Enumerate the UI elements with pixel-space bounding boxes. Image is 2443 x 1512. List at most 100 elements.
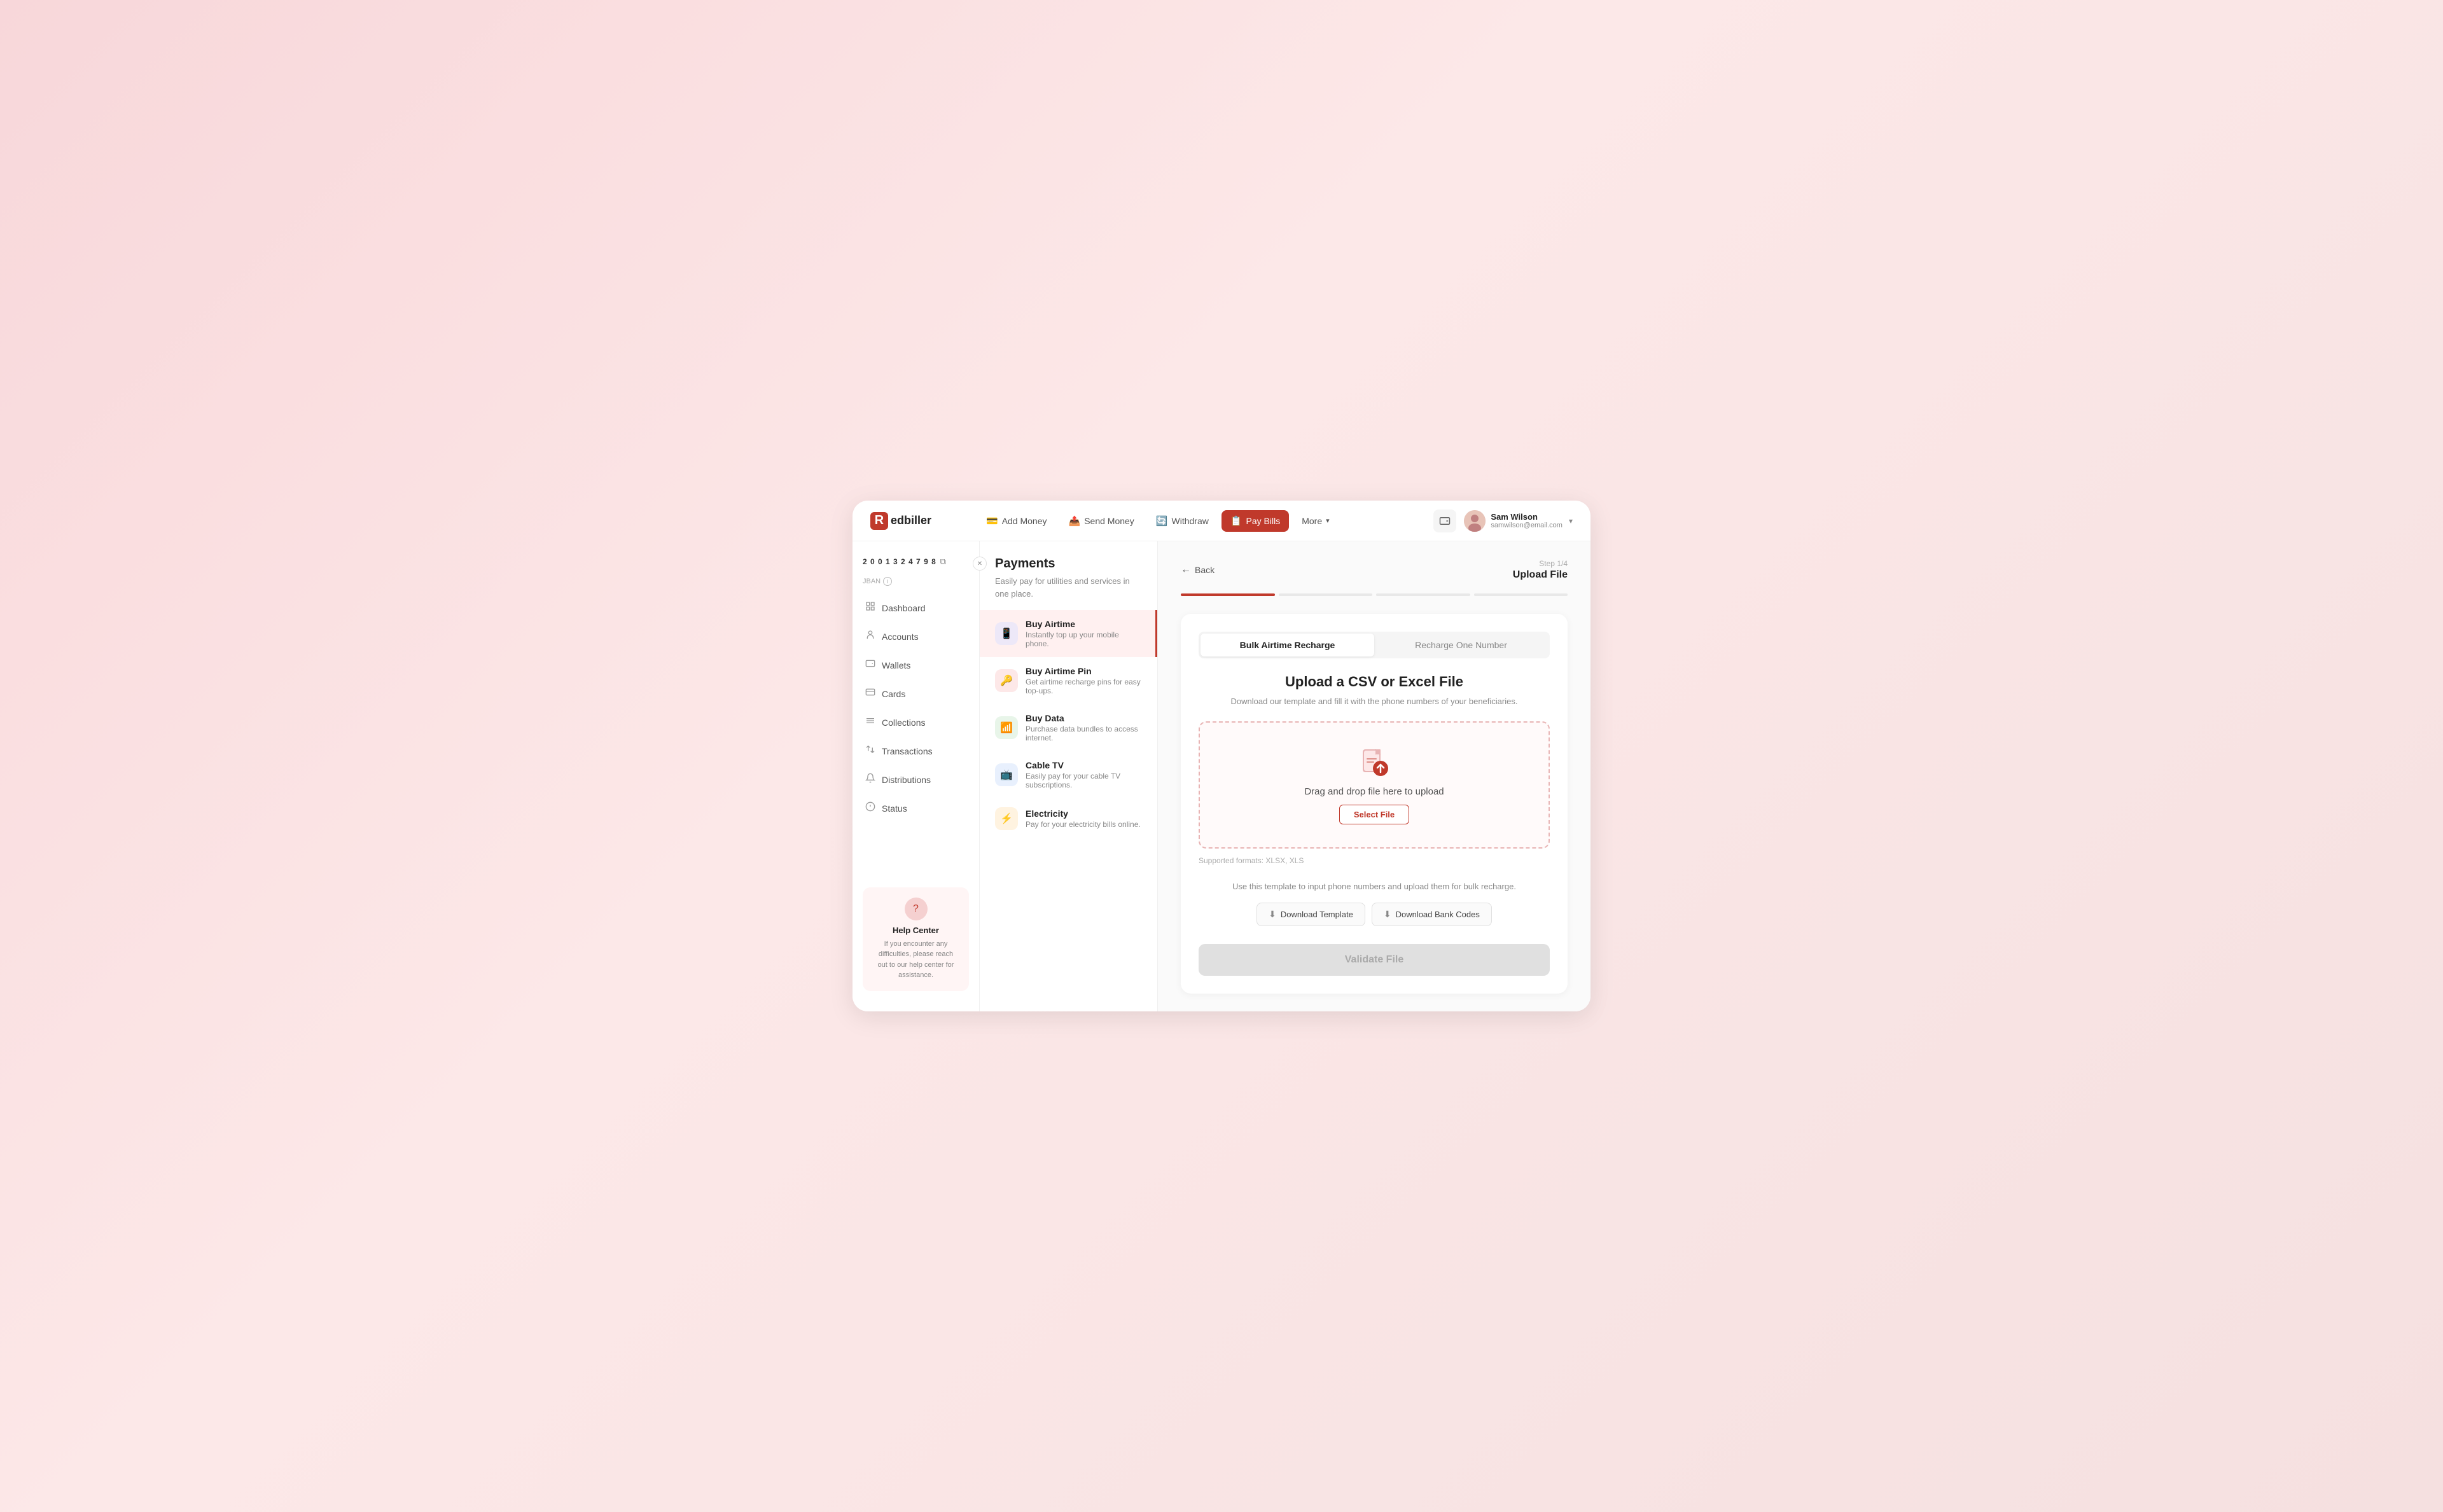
- user-name: Sam Wilson: [1491, 512, 1563, 522]
- buy-data-desc: Purchase data bundles to access internet…: [1026, 725, 1142, 742]
- nav-more-label: More: [1302, 516, 1322, 526]
- download-template-button[interactable]: ⬇ Download Template: [1256, 903, 1365, 926]
- sidebar-item-cards[interactable]: Cards: [853, 679, 979, 708]
- progress-bar: [1181, 593, 1568, 596]
- jban-text: JBAN: [863, 578, 880, 585]
- template-section: Use this template to input phone numbers…: [1199, 880, 1550, 926]
- nav-send-money[interactable]: 📤 Send Money: [1060, 510, 1143, 532]
- buy-airtime-info: Buy Airtime Instantly top up your mobile…: [1026, 619, 1140, 648]
- dropzone[interactable]: Drag and drop file here to upload Select…: [1199, 721, 1550, 849]
- upload-card: Bulk Airtime Recharge Recharge One Numbe…: [1181, 614, 1568, 994]
- nav-add-money[interactable]: 💳 Add Money: [977, 510, 1056, 532]
- supported-formats: Supported formats: XLSX, XLS: [1199, 856, 1550, 865]
- electricity-icon: ⚡: [995, 807, 1018, 830]
- buy-airtime-desc: Instantly top up your mobile phone.: [1026, 630, 1140, 648]
- download-bank-codes-button[interactable]: ⬇ Download Bank Codes: [1372, 903, 1492, 926]
- cards-icon: [865, 687, 875, 700]
- buy-airtime-icon: 📱: [995, 622, 1018, 645]
- logo-icon: R: [870, 512, 888, 530]
- payments-title: Payments: [995, 557, 1142, 571]
- top-nav: R edbiller 💳 Add Money 📤 Send Money 🔄 Wi…: [853, 501, 1590, 541]
- sidebar-item-dashboard-label: Dashboard: [882, 603, 926, 613]
- payments-panel: Payments Easily pay for utilities and se…: [980, 541, 1158, 1011]
- wallet-button[interactable]: [1433, 510, 1456, 532]
- collections-icon: [865, 716, 875, 729]
- transactions-icon: [865, 744, 875, 758]
- logo-area: R edbiller: [870, 512, 972, 530]
- back-arrow-icon: ←: [1181, 564, 1191, 576]
- payment-item-buy-data[interactable]: 📶 Buy Data Purchase data bundles to acce…: [980, 704, 1157, 751]
- buy-data-info: Buy Data Purchase data bundles to access…: [1026, 713, 1142, 742]
- sidebar-item-status[interactable]: Status: [853, 794, 979, 822]
- payments-header: Payments Easily pay for utilities and se…: [980, 557, 1157, 610]
- app-container: R edbiller 💳 Add Money 📤 Send Money 🔄 Wi…: [853, 501, 1590, 1011]
- buy-data-icon: 📶: [995, 716, 1018, 739]
- nav-right: Sam Wilson samwilson@email.com ▾: [1433, 510, 1573, 532]
- buy-airtime-name: Buy Airtime: [1026, 619, 1140, 629]
- payment-item-buy-airtime[interactable]: 📱 Buy Airtime Instantly top up your mobi…: [980, 610, 1157, 657]
- nav-pay-bills[interactable]: 📋 Pay Bills: [1222, 510, 1289, 532]
- payment-item-electricity[interactable]: ⚡ Electricity Pay for your electricity b…: [980, 798, 1157, 839]
- back-button[interactable]: ← Back: [1181, 564, 1215, 576]
- sidebar-item-distributions-label: Distributions: [882, 775, 931, 785]
- cable-tv-desc: Easily pay for your cable TV subscriptio…: [1026, 772, 1142, 789]
- chevron-down-icon: ▾: [1326, 517, 1330, 525]
- user-area[interactable]: Sam Wilson samwilson@email.com ▾: [1464, 510, 1573, 532]
- step-title: Upload File: [1513, 569, 1568, 581]
- sidebar-item-status-label: Status: [882, 803, 907, 814]
- electricity-info: Electricity Pay for your electricity bil…: [1026, 808, 1141, 829]
- nav-more[interactable]: More ▾: [1293, 511, 1338, 531]
- user-chevron-icon: ▾: [1569, 517, 1573, 525]
- sidebar-item-transactions-label: Transactions: [882, 746, 933, 756]
- help-title: Help Center: [873, 926, 959, 935]
- nav-pay-bills-label: Pay Bills: [1246, 516, 1281, 526]
- jban-info-icon[interactable]: i: [883, 577, 892, 586]
- avatar: [1464, 510, 1486, 532]
- upload-svg-icon: [1358, 746, 1391, 779]
- accounts-icon: [865, 630, 875, 643]
- user-email: samwilson@email.com: [1491, 522, 1563, 529]
- download-template-icon: ⬇: [1269, 909, 1276, 920]
- electricity-name: Electricity: [1026, 808, 1141, 819]
- add-money-icon: 💳: [986, 515, 998, 527]
- sidebar-item-accounts[interactable]: Accounts: [853, 622, 979, 651]
- download-template-label: Download Template: [1281, 910, 1353, 919]
- payment-item-cable-tv[interactable]: 📺 Cable TV Easily pay for your cable TV …: [980, 751, 1157, 798]
- sidebar-item-wallets-label: Wallets: [882, 660, 910, 670]
- copy-icon[interactable]: ⧉: [940, 557, 946, 567]
- sidebar-item-dashboard[interactable]: Dashboard: [853, 593, 979, 622]
- sidebar-item-collections[interactable]: Collections: [853, 708, 979, 737]
- sidebar-item-transactions[interactable]: Transactions: [853, 737, 979, 765]
- send-money-icon: 📤: [1069, 515, 1081, 527]
- buy-airtime-pin-info: Buy Airtime Pin Get airtime recharge pin…: [1026, 666, 1142, 695]
- download-bank-codes-label: Download Bank Codes: [1396, 910, 1480, 919]
- template-buttons: ⬇ Download Template ⬇ Download Bank Code…: [1199, 903, 1550, 926]
- drag-text: Drag and drop file here to upload: [1304, 786, 1444, 797]
- nav-withdraw-label: Withdraw: [1172, 516, 1209, 526]
- sidebar-item-collections-label: Collections: [882, 718, 925, 728]
- distributions-icon: [865, 773, 875, 786]
- sidebar-item-wallets[interactable]: Wallets: [853, 651, 979, 679]
- progress-segment-2: [1279, 593, 1373, 596]
- step-info: Step 1/4 Upload File: [1513, 559, 1568, 581]
- validate-file-button[interactable]: Validate File: [1199, 944, 1550, 976]
- nav-send-money-label: Send Money: [1084, 516, 1134, 526]
- main-content: ← Back Step 1/4 Upload File Bulk Airtime…: [1158, 541, 1590, 1011]
- tabs-row: Bulk Airtime Recharge Recharge One Numbe…: [1199, 632, 1550, 658]
- sidebar-item-distributions[interactable]: Distributions: [853, 765, 979, 794]
- select-file-button[interactable]: Select File: [1339, 805, 1409, 824]
- jban-label-area: JBAN i: [853, 577, 979, 593]
- sidebar-item-accounts-label: Accounts: [882, 632, 919, 642]
- template-description: Use this template to input phone numbers…: [1199, 880, 1550, 894]
- progress-segment-3: [1376, 593, 1470, 596]
- tab-recharge-one[interactable]: Recharge One Number: [1374, 634, 1548, 656]
- tab-bulk-airtime[interactable]: Bulk Airtime Recharge: [1201, 634, 1374, 656]
- account-id: 2 0 0 1 3 2 4 7 9 8: [863, 557, 936, 566]
- withdraw-icon: 🔄: [1156, 515, 1168, 527]
- payment-item-buy-airtime-pin[interactable]: 🔑 Buy Airtime Pin Get airtime recharge p…: [980, 657, 1157, 704]
- dashboard-icon: [865, 601, 875, 614]
- electricity-desc: Pay for your electricity bills online.: [1026, 820, 1141, 829]
- nav-withdraw[interactable]: 🔄 Withdraw: [1147, 510, 1218, 532]
- buy-airtime-pin-icon: 🔑: [995, 669, 1018, 692]
- account-id-area: 2 0 0 1 3 2 4 7 9 8 ⧉ ✕: [853, 551, 979, 577]
